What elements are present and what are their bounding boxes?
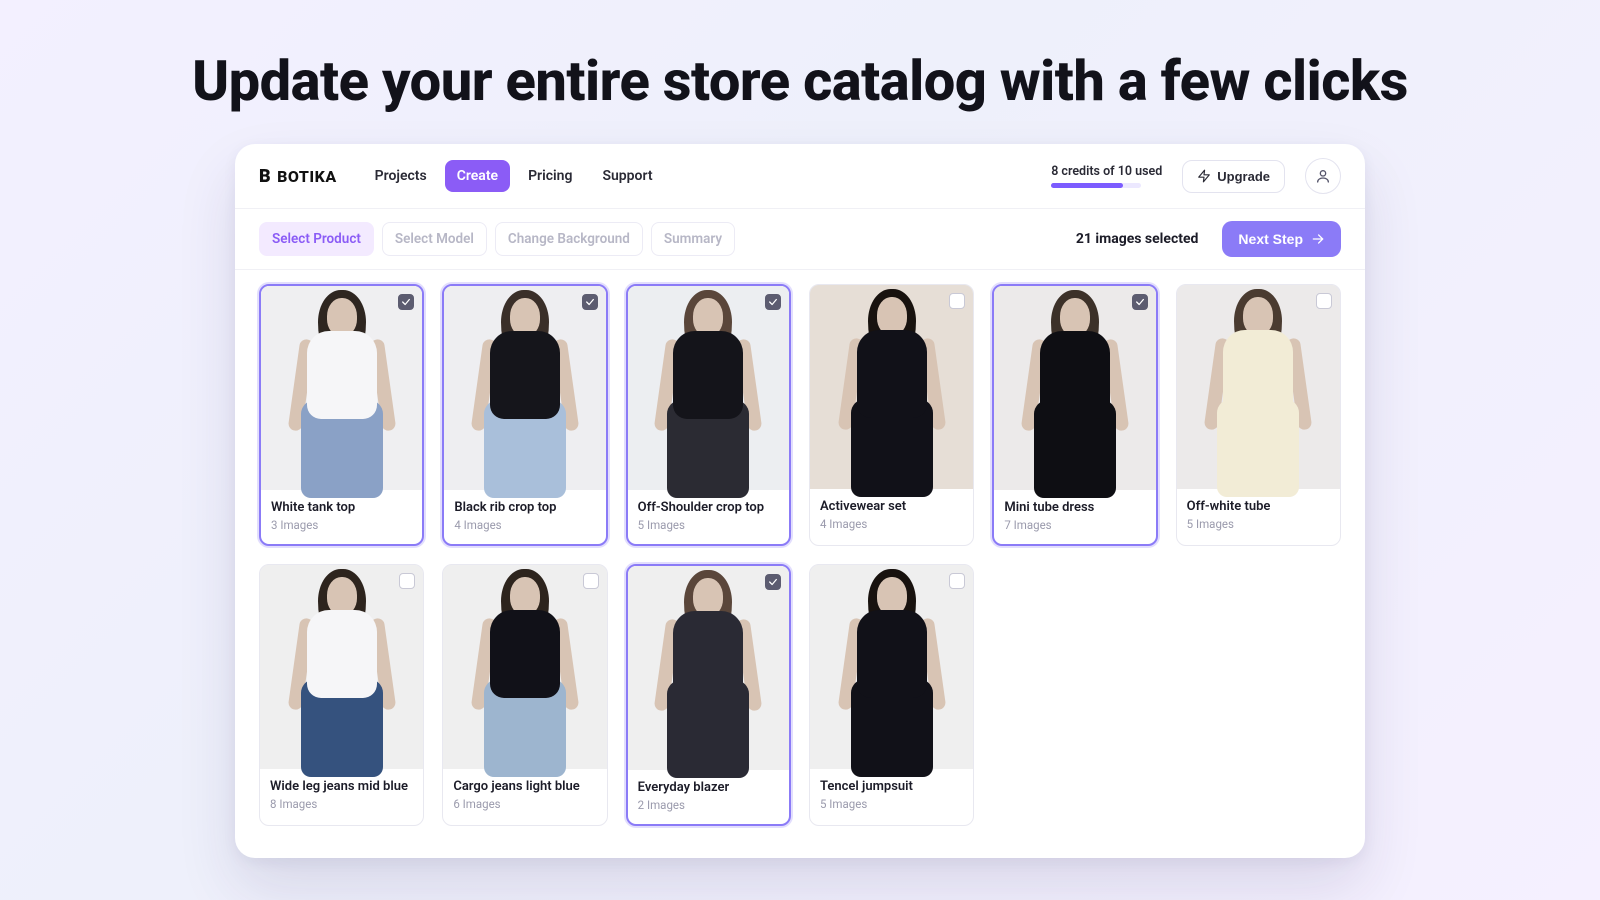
select-checkbox[interactable]	[398, 294, 414, 310]
arrow-right-icon	[1311, 232, 1325, 246]
product-thumb	[443, 565, 606, 769]
page-headline: Update your entire store catalog with a …	[0, 0, 1600, 144]
product-thumb	[260, 565, 423, 769]
product-grid: White tank top 3 Images Black rib crop top…	[235, 270, 1365, 858]
product-name: Black rib crop top	[454, 500, 595, 515]
model-placeholder	[443, 565, 606, 769]
product-name: Tencel jumpsuit	[820, 779, 963, 794]
product-image-count: 4 Images	[820, 517, 963, 531]
product-thumb	[628, 566, 789, 770]
product-image-count: 2 Images	[638, 798, 779, 812]
brand-mark-icon: B	[259, 166, 271, 187]
primary-nav: Projects Create Pricing Support	[363, 160, 665, 192]
nav-pricing[interactable]: Pricing	[516, 160, 584, 192]
select-checkbox[interactable]	[1316, 293, 1332, 309]
next-step-label: Next Step	[1238, 231, 1303, 247]
product-image-count: 4 Images	[454, 518, 595, 532]
product-thumb	[628, 286, 789, 490]
product-card[interactable]: Activewear set 4 Images	[809, 284, 974, 546]
product-image-count: 5 Images	[638, 518, 779, 532]
product-image-count: 6 Images	[453, 797, 596, 811]
product-image-count: 7 Images	[1004, 518, 1145, 532]
product-thumb	[994, 286, 1155, 490]
select-checkbox[interactable]	[765, 294, 781, 310]
product-name: Everyday blazer	[638, 780, 779, 795]
product-card[interactable]: Off-Shoulder crop top 5 Images	[626, 284, 791, 546]
product-image-count: 5 Images	[820, 797, 963, 811]
product-name: Off-Shoulder crop top	[638, 500, 779, 515]
model-placeholder	[628, 286, 789, 490]
product-card[interactable]: Tencel jumpsuit 5 Images	[809, 564, 974, 826]
brand-logo[interactable]: B BOTIKA	[259, 166, 337, 187]
model-placeholder	[1177, 285, 1340, 489]
credits-bar-fill	[1051, 183, 1123, 188]
credits-meter: 8 credits of 10 used	[1051, 164, 1162, 188]
select-checkbox[interactable]	[949, 573, 965, 589]
app-window: B BOTIKA Projects Create Pricing Support…	[235, 144, 1365, 858]
model-placeholder	[810, 565, 973, 769]
product-thumb	[261, 286, 422, 490]
model-placeholder	[994, 286, 1155, 490]
select-checkbox[interactable]	[399, 573, 415, 589]
nav-projects[interactable]: Projects	[363, 160, 439, 192]
product-name: Off-white tube	[1187, 499, 1330, 514]
product-thumb	[810, 285, 973, 489]
step-summary[interactable]: Summary	[651, 222, 735, 256]
product-card[interactable]: Off-white tube 5 Images	[1176, 284, 1341, 546]
product-thumb	[444, 286, 605, 490]
credits-bar	[1051, 183, 1141, 188]
product-image-count: 3 Images	[271, 518, 412, 532]
product-image-count: 5 Images	[1187, 517, 1330, 531]
product-name: Mini tube dress	[1004, 500, 1145, 515]
account-button[interactable]	[1305, 158, 1341, 194]
upgrade-label: Upgrade	[1217, 169, 1270, 184]
product-card[interactable]: Black rib crop top 4 Images	[442, 284, 607, 546]
model-placeholder	[261, 286, 422, 490]
user-icon	[1315, 168, 1331, 184]
step-select-model[interactable]: Select Model	[382, 222, 487, 256]
select-checkbox[interactable]	[583, 573, 599, 589]
select-checkbox[interactable]	[1132, 294, 1148, 310]
next-step-button[interactable]: Next Step	[1222, 221, 1341, 257]
selection-count: 21 images selected	[1076, 231, 1199, 247]
select-checkbox[interactable]	[949, 293, 965, 309]
product-image-count: 8 Images	[270, 797, 413, 811]
product-thumb	[810, 565, 973, 769]
model-placeholder	[810, 285, 973, 489]
brand-name: BOTIKA	[277, 167, 337, 186]
credits-text: 8 credits of 10 used	[1051, 164, 1162, 179]
step-bar: Select ProductSelect ModelChange Backgro…	[235, 208, 1365, 270]
product-name: Cargo jeans light blue	[453, 779, 596, 794]
product-name: White tank top	[271, 500, 412, 515]
model-placeholder	[260, 565, 423, 769]
topbar: B BOTIKA Projects Create Pricing Support…	[235, 144, 1365, 208]
select-checkbox[interactable]	[765, 574, 781, 590]
step-change-background[interactable]: Change Background	[495, 222, 643, 256]
product-card[interactable]: Wide leg jeans mid blue 8 Images	[259, 564, 424, 826]
product-card[interactable]: Cargo jeans light blue 6 Images	[442, 564, 607, 826]
product-name: Activewear set	[820, 499, 963, 514]
model-placeholder	[628, 566, 789, 770]
product-card[interactable]: White tank top 3 Images	[259, 284, 424, 546]
model-placeholder	[444, 286, 605, 490]
nav-support[interactable]: Support	[590, 160, 664, 192]
product-name: Wide leg jeans mid blue	[270, 779, 413, 794]
upgrade-button[interactable]: Upgrade	[1182, 160, 1285, 193]
step-select-product[interactable]: Select Product	[259, 222, 374, 256]
nav-create[interactable]: Create	[445, 160, 510, 192]
product-card[interactable]: Mini tube dress 7 Images	[992, 284, 1157, 546]
select-checkbox[interactable]	[582, 294, 598, 310]
product-card[interactable]: Everyday blazer 2 Images	[626, 564, 791, 826]
bolt-icon	[1197, 169, 1211, 183]
product-thumb	[1177, 285, 1340, 489]
